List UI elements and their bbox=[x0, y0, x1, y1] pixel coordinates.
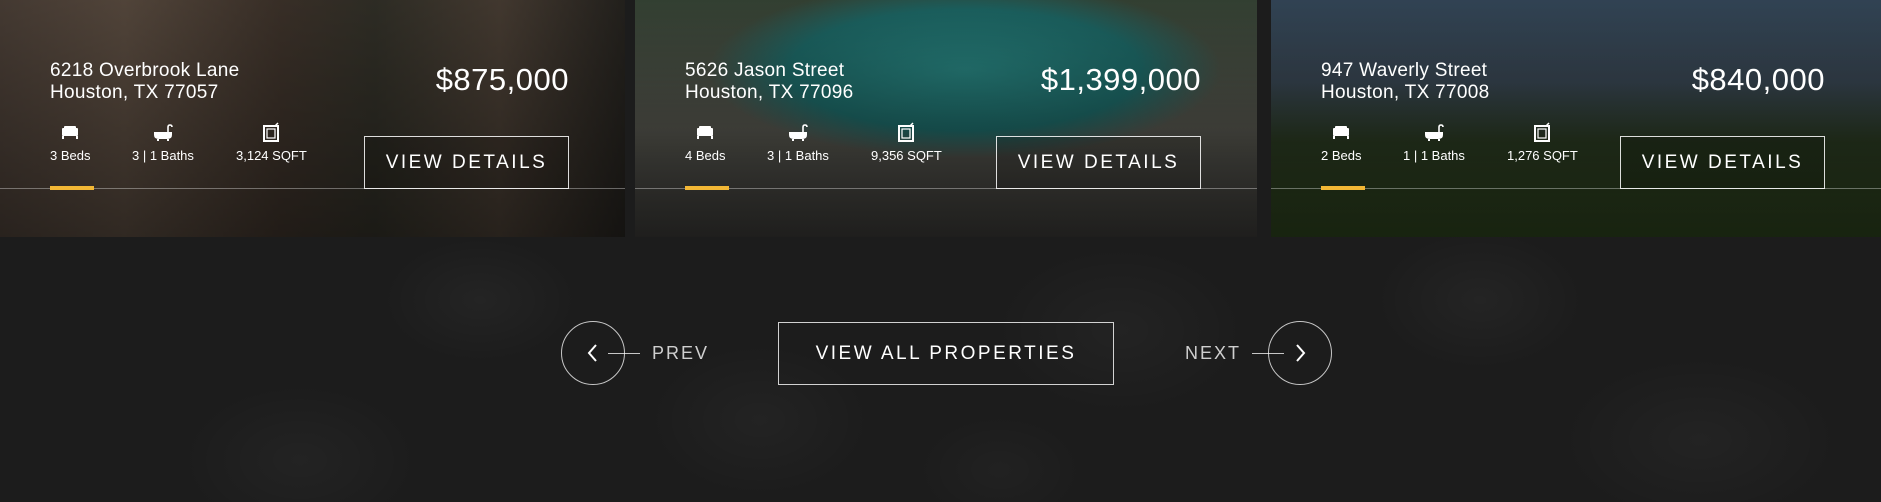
floor-plan-icon bbox=[1534, 122, 1551, 142]
property-price: $840,000 bbox=[1691, 62, 1825, 97]
next-button[interactable] bbox=[1268, 321, 1332, 385]
address-street: 6218 Overbrook Lane bbox=[50, 60, 240, 81]
sqft-stat: 3,124 SQFT bbox=[236, 122, 307, 163]
baths-label: 1 | 1 Baths bbox=[1403, 148, 1465, 163]
address-street: 5626 Jason Street bbox=[685, 60, 845, 81]
next-label[interactable]: NEXT bbox=[1185, 343, 1241, 364]
baths-label: 3 | 1 Baths bbox=[767, 148, 829, 163]
baths-stat: 3 | 1 Baths bbox=[132, 122, 194, 163]
chevron-right-icon bbox=[1296, 344, 1306, 362]
chevron-left-icon bbox=[587, 344, 597, 362]
accent-bar bbox=[50, 186, 94, 190]
property-card[interactable]: 5626 Jason Street Houston, TX 77096 $1,3… bbox=[635, 0, 1257, 237]
address-city: Houston, TX 77008 bbox=[1321, 82, 1490, 103]
beds-stat: 4 Beds bbox=[685, 122, 725, 163]
view-details-button[interactable]: VIEW DETAILS bbox=[364, 136, 569, 189]
floor-plan-icon bbox=[263, 122, 280, 142]
property-price: $875,000 bbox=[435, 62, 569, 97]
floor-plan-icon bbox=[898, 122, 915, 142]
sqft-label: 1,276 SQFT bbox=[1507, 148, 1578, 163]
address-city: Houston, TX 77057 bbox=[50, 82, 219, 103]
property-address: 947 Waverly Street Houston, TX 77008 bbox=[1321, 60, 1489, 104]
view-details-button[interactable]: VIEW DETAILS bbox=[1620, 136, 1825, 189]
prev-label[interactable]: PREV bbox=[652, 343, 709, 364]
property-address: 6218 Overbrook Lane Houston, TX 77057 bbox=[50, 60, 240, 104]
beds-stat: 2 Beds bbox=[1321, 122, 1361, 163]
sqft-label: 9,356 SQFT bbox=[871, 148, 942, 163]
prev-line bbox=[608, 353, 640, 354]
beds-label: 4 Beds bbox=[685, 148, 726, 163]
address-city: Houston, TX 77096 bbox=[685, 82, 854, 103]
property-card[interactable]: 6218 Overbrook Lane Houston, TX 77057 $8… bbox=[0, 0, 625, 237]
view-all-properties-button[interactable]: VIEW ALL PROPERTIES bbox=[778, 322, 1114, 385]
bed-icon bbox=[697, 126, 714, 139]
baths-stat: 1 | 1 Baths bbox=[1403, 122, 1465, 163]
baths-label: 3 | 1 Baths bbox=[132, 148, 194, 163]
beds-label: 2 Beds bbox=[1321, 148, 1362, 163]
bathtub-icon bbox=[153, 124, 173, 141]
accent-bar bbox=[1321, 186, 1365, 190]
property-address: 5626 Jason Street Houston, TX 77096 bbox=[685, 60, 853, 104]
beds-label: 3 Beds bbox=[50, 148, 91, 163]
baths-stat: 3 | 1 Baths bbox=[767, 122, 829, 163]
beds-stat: 3 Beds bbox=[50, 122, 90, 163]
address-street: 947 Waverly Street bbox=[1321, 60, 1488, 81]
property-card[interactable]: 947 Waverly Street Houston, TX 77008 $84… bbox=[1271, 0, 1881, 237]
property-price: $1,399,000 bbox=[1040, 62, 1201, 97]
bed-icon bbox=[62, 126, 79, 139]
sqft-label: 3,124 SQFT bbox=[236, 148, 307, 163]
sqft-stat: 9,356 SQFT bbox=[871, 122, 942, 163]
view-details-button[interactable]: VIEW DETAILS bbox=[996, 136, 1201, 189]
bed-icon bbox=[1333, 126, 1350, 139]
sqft-stat: 1,276 SQFT bbox=[1507, 122, 1578, 163]
accent-bar bbox=[685, 186, 729, 190]
bathtub-icon bbox=[1424, 124, 1444, 141]
bathtub-icon bbox=[788, 124, 808, 141]
